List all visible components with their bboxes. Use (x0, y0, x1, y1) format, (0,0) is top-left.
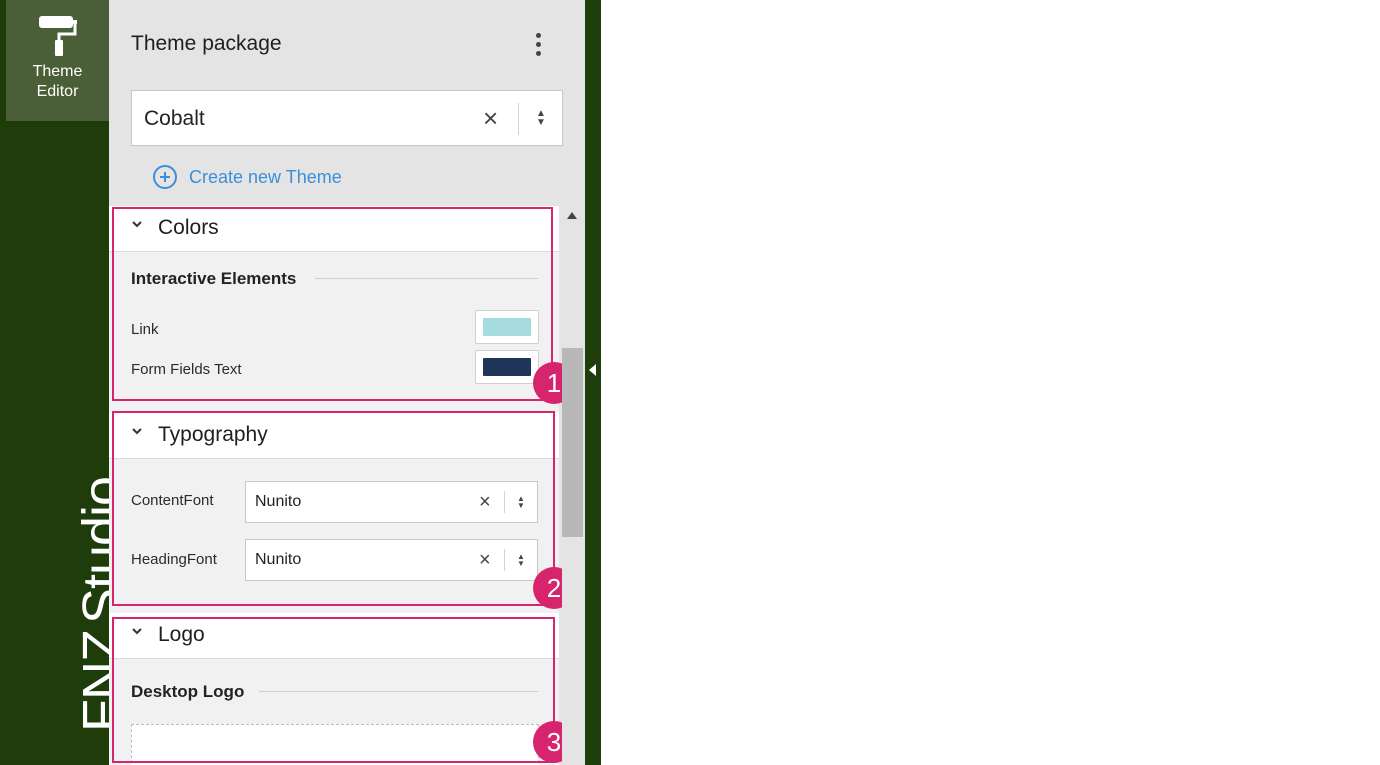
select-separator (518, 103, 519, 135)
nav-item-theme-editor[interactable]: Theme Editor (6, 0, 109, 121)
theme-select[interactable]: Cobalt × ▲ ▼ (131, 90, 563, 146)
panel-title: Theme package (131, 32, 282, 55)
theme-select-value: Cobalt (144, 107, 205, 130)
theme-panel: Theme package Cobalt × ▲ ▼ Create new The… (109, 0, 585, 765)
highlight-box-logo (112, 617, 555, 763)
create-new-theme-label: Create new Theme (189, 166, 342, 187)
highlight-box-typography (112, 411, 555, 606)
left-rail: Theme Editor FNZStudio (0, 0, 132, 765)
vertical-scrollbar[interactable] (562, 206, 583, 765)
panel-collapse-handle[interactable] (585, 0, 601, 765)
highlight-box-colors (112, 207, 553, 401)
collapse-arrow-icon (589, 364, 596, 376)
brand-logo: FNZStudio (72, 476, 132, 732)
kebab-menu-icon[interactable] (527, 30, 549, 58)
create-new-theme-link[interactable]: Create new Theme (153, 165, 342, 189)
plus-circle-icon (153, 165, 177, 189)
app-root: Theme Editor FNZStudio Theme package Cob… (0, 0, 1380, 765)
sections-scroll-area[interactable]: Colors Interactive Elements Link Form Fi… (109, 206, 559, 765)
nav-item-label: Theme Editor (32, 63, 83, 100)
scroll-up-arrow-icon[interactable] (567, 212, 577, 219)
paint-roller-icon (35, 12, 81, 58)
sort-arrows-icon[interactable]: ▲ ▼ (536, 109, 546, 128)
scrollbar-thumb[interactable] (562, 348, 583, 537)
clear-icon[interactable]: × (483, 104, 498, 132)
